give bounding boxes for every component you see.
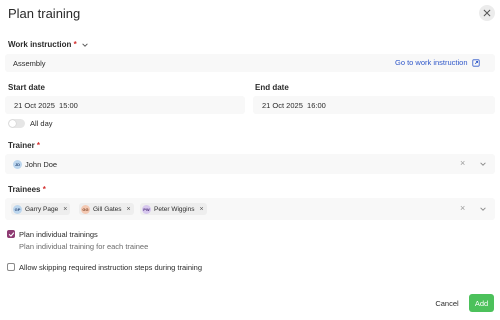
trainer-clear-icon[interactable]: × <box>460 158 465 168</box>
trainee-avatar: GP <box>13 204 22 214</box>
go-to-work-instruction-link[interactable]: Go to work instruction <box>395 58 480 67</box>
external-link-icon <box>471 58 480 67</box>
trainer-label: Trainer * <box>8 141 41 150</box>
toggle-knob <box>9 120 16 127</box>
trainee-chip[interactable]: GG Gill Gates × <box>79 203 134 215</box>
all-day-toggle[interactable] <box>8 119 25 128</box>
trainer-chevron-down-icon[interactable] <box>479 160 487 170</box>
trainer-avatar: JD <box>13 159 22 169</box>
remove-chip-icon[interactable]: × <box>199 206 203 213</box>
remove-chip-icon[interactable]: × <box>127 206 131 213</box>
start-date-field[interactable]: 21 Oct 2025 15:00 <box>5 96 245 114</box>
allow-skipping-checkbox[interactable] <box>7 263 15 271</box>
cancel-button[interactable]: Cancel <box>432 294 462 312</box>
start-date-label: Start date <box>8 83 45 92</box>
check-icon <box>8 231 14 237</box>
trainees-clear-icon[interactable]: × <box>460 203 465 213</box>
plan-individual-checkbox[interactable] <box>7 230 15 238</box>
chevron-down-icon <box>82 42 88 47</box>
work-instruction-value: Assembly <box>13 59 46 68</box>
trainee-avatar: GG <box>81 204 90 214</box>
plan-individual-hint: Plan individual training for each traine… <box>19 242 149 251</box>
remove-chip-icon[interactable]: × <box>63 206 67 213</box>
end-date-field[interactable]: 21 Oct 2025 16:00 <box>253 96 495 114</box>
trainee-name: Peter Wiggins <box>154 205 195 213</box>
trainer-field[interactable]: JD John Doe × <box>5 154 495 174</box>
start-date-value: 21 Oct 2025 15:00 <box>14 101 78 110</box>
trainee-chip[interactable]: GP Garry Page × <box>11 203 71 215</box>
trainees-chevron-down-icon[interactable] <box>479 205 487 215</box>
trainee-avatar: PW <box>142 204 151 214</box>
dialog-title: Plan training <box>8 6 81 21</box>
plan-individual-label: Plan individual trainings <box>19 230 98 239</box>
work-instruction-label: Work instruction * <box>8 40 77 49</box>
add-button[interactable]: Add <box>469 294 494 312</box>
end-date-label: End date <box>255 83 289 92</box>
trainer-name: John Doe <box>25 160 58 169</box>
trainee-name: Gill Gates <box>93 205 122 213</box>
trainee-chip[interactable]: PW Peter Wiggins × <box>140 203 207 215</box>
work-instruction-label-row[interactable]: Work instruction * <box>8 40 89 49</box>
close-icon <box>483 9 491 17</box>
trainee-name: Garry Page <box>25 205 59 213</box>
allow-skipping-label: Allow skipping required instruction step… <box>19 263 203 272</box>
trainees-label: Trainees * <box>8 185 46 194</box>
close-button[interactable] <box>479 5 495 21</box>
work-instruction-field[interactable]: Assembly Go to work instruction <box>5 54 495 72</box>
end-date-value: 21 Oct 2025 16:00 <box>262 101 326 110</box>
all-day-label: All day <box>30 119 53 128</box>
go-to-work-instruction-label: Go to work instruction <box>395 58 468 67</box>
